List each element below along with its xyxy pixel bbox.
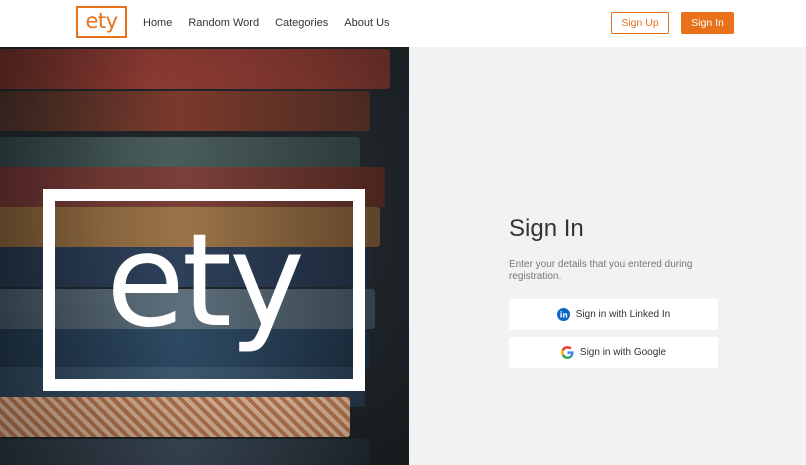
sign-in-panel: Sign In Enter your details that you ente… <box>509 214 719 283</box>
google-icon <box>560 346 574 359</box>
nav-random-word[interactable]: Random Word <box>188 16 259 30</box>
sign-up-button[interactable]: Sign Up <box>611 12 669 34</box>
hero-logo-text: ety <box>106 207 305 356</box>
sign-in-description: Enter your details that you entered duri… <box>509 259 693 282</box>
main-nav: Home Random Word Categories About Us <box>143 16 406 30</box>
google-sign-in-button[interactable]: Sign in with Google <box>509 337 718 368</box>
linkedin-icon <box>556 308 570 321</box>
logo[interactable]: ety <box>76 6 127 38</box>
top-navbar: ety Home Random Word Categories About Us… <box>0 0 806 47</box>
linkedin-button-label: Sign in with Linked In <box>575 309 671 320</box>
linkedin-sign-in-button[interactable]: Sign in with Linked In <box>509 299 718 330</box>
page-title: Sign In <box>509 215 584 242</box>
header-sign-in-button[interactable]: Sign In <box>681 12 734 34</box>
google-button-label: Sign in with Google <box>579 347 667 358</box>
nav-about-us[interactable]: About Us <box>344 16 389 30</box>
hero-image: ety <box>0 47 409 465</box>
nav-categories[interactable]: Categories <box>275 16 328 30</box>
nav-home[interactable]: Home <box>143 16 172 30</box>
